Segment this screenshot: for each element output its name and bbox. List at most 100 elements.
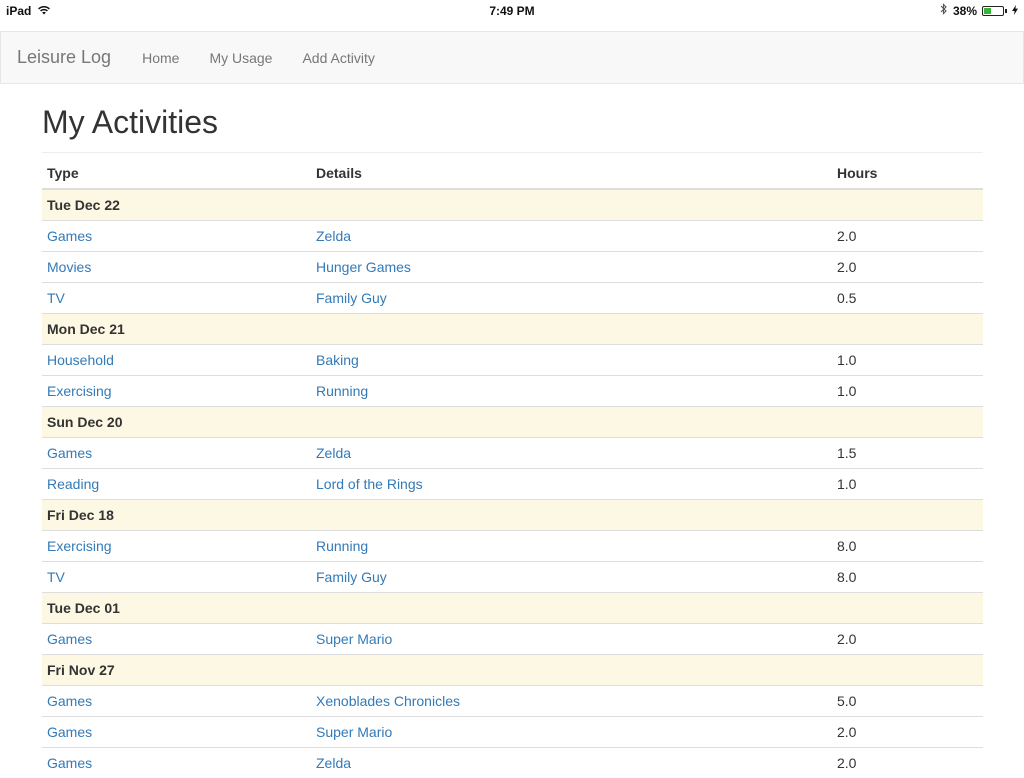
date-group-row: Fri Nov 27: [42, 654, 983, 686]
table-row: Exercising Running 8.0: [42, 530, 983, 562]
activity-details-link-cell: Xenoblades Chronicles: [311, 685, 832, 717]
table-row: TV Family Guy 0.5: [42, 282, 983, 314]
activity-hours: 1.5: [832, 437, 983, 469]
activity-type-link-cell: Exercising: [42, 375, 311, 407]
navbar: Leisure Log Home My Usage Add Activity: [0, 31, 1024, 84]
table-row: Games Zelda 2.0: [42, 220, 983, 252]
activity-details-link[interactable]: Zelda: [316, 445, 351, 461]
activity-details-link[interactable]: Super Mario: [316, 724, 392, 740]
activity-details-link[interactable]: Hunger Games: [316, 259, 411, 275]
activity-details-link-cell: Zelda: [311, 220, 832, 252]
header-details: Details: [311, 153, 832, 191]
nav-home-link[interactable]: Home: [127, 50, 194, 66]
date-group-row: Mon Dec 21: [42, 313, 983, 345]
activity-type-link-cell: Games: [42, 623, 311, 655]
activity-type-link[interactable]: Exercising: [47, 383, 112, 399]
date-group-label: Tue Dec 22: [42, 188, 983, 221]
bluetooth-icon: [940, 3, 948, 18]
activity-type-link[interactable]: TV: [47, 290, 65, 306]
activity-hours: 1.0: [832, 344, 983, 376]
activity-details-link-cell: Hunger Games: [311, 251, 832, 283]
status-time: 7:49 PM: [489, 4, 535, 18]
activity-details-link-cell: Baking: [311, 344, 832, 376]
date-group-label: Tue Dec 01: [42, 592, 983, 624]
status-right: 38%: [940, 3, 1018, 18]
nav-add-activity-link[interactable]: Add Activity: [287, 50, 389, 66]
status-bar: iPad 7:49 PM 38%: [0, 0, 1024, 22]
activity-type-link-cell: Games: [42, 716, 311, 748]
date-group-label: Fri Dec 18: [42, 499, 983, 531]
activity-hours: 5.0: [832, 685, 983, 717]
table-row: Games Super Mario 2.0: [42, 716, 983, 748]
activity-type-link[interactable]: Movies: [47, 259, 91, 275]
activity-details-link-cell: Family Guy: [311, 282, 832, 314]
date-group-label: Sun Dec 20: [42, 406, 983, 438]
date-group-row: Sun Dec 20: [42, 406, 983, 438]
activity-details-link-cell: Zelda: [311, 437, 832, 469]
table-row: Games Xenoblades Chronicles 5.0: [42, 685, 983, 717]
activity-hours: 0.5: [832, 282, 983, 314]
brand-link[interactable]: Leisure Log: [17, 47, 111, 68]
activity-details-link[interactable]: Running: [316, 538, 368, 554]
date-group-row: Tue Dec 22: [42, 188, 983, 221]
table-row: Games Zelda 2.0: [42, 747, 983, 778]
activity-details-link-cell: Family Guy: [311, 561, 832, 593]
activity-type-link-cell: Games: [42, 437, 311, 469]
activity-hours: 8.0: [832, 561, 983, 593]
table-row: TV Family Guy 8.0: [42, 561, 983, 593]
battery-percent: 38%: [952, 3, 977, 18]
activity-type-link[interactable]: Games: [47, 693, 92, 709]
activity-hours: 8.0: [832, 530, 983, 562]
date-group-label: Fri Nov 27: [42, 654, 983, 686]
activity-type-link[interactable]: TV: [47, 569, 65, 585]
activity-hours: 2.0: [832, 220, 983, 252]
activity-type-link[interactable]: Games: [47, 445, 92, 461]
table-row: Exercising Running 1.0: [42, 375, 983, 407]
battery-nub: [1005, 8, 1007, 13]
activity-details-link[interactable]: Family Guy: [316, 569, 387, 585]
activity-type-link[interactable]: Household: [47, 352, 114, 368]
page-title: My Activities: [42, 104, 219, 140]
table-row: Movies Hunger Games 2.0: [42, 251, 983, 283]
battery-icon: [982, 5, 1004, 16]
activities-table: Type Details Hours Tue Dec 22 Games Zelda 2…: [42, 153, 983, 778]
activity-type-link[interactable]: Reading: [47, 476, 99, 492]
activity-details-link-cell: Running: [311, 530, 832, 562]
activity-type-link-cell: TV: [42, 282, 311, 314]
table-row: Household Baking 1.0: [42, 344, 983, 376]
activity-details-link[interactable]: Super Mario: [316, 631, 392, 647]
activity-type-link[interactable]: Games: [47, 755, 92, 771]
activity-type-link[interactable]: Games: [47, 724, 92, 740]
activity-details-link[interactable]: Family Guy: [316, 290, 387, 306]
table-row: Reading Lord of the Rings 1.0: [42, 468, 983, 500]
activity-type-link-cell: TV: [42, 561, 311, 593]
table-row: Games Zelda 1.5: [42, 437, 983, 469]
activity-type-link-cell: Reading: [42, 468, 311, 500]
activity-details-link[interactable]: Running: [316, 383, 368, 399]
nav-my-usage-link[interactable]: My Usage: [194, 50, 287, 66]
header-hours: Hours: [832, 153, 983, 191]
activity-type-link[interactable]: Exercising: [47, 538, 112, 554]
activity-details-link-cell: Running: [311, 375, 832, 407]
date-group-row: Tue Dec 01: [42, 592, 983, 624]
activity-details-link[interactable]: Zelda: [316, 228, 351, 244]
activity-hours: 2.0: [832, 251, 983, 283]
table-body: Tue Dec 22 Games Zelda 2.0 Movies Hunger Game…: [42, 188, 983, 778]
activity-details-link[interactable]: Zelda: [316, 755, 351, 771]
table-row: Games Super Mario 2.0: [42, 623, 983, 655]
activity-details-link-cell: Zelda: [311, 747, 832, 778]
activity-details-link[interactable]: Xenoblades Chronicles: [316, 693, 460, 709]
activity-hours: 1.0: [832, 375, 983, 407]
activity-type-link-cell: Games: [42, 220, 311, 252]
activity-hours: 1.0: [832, 468, 983, 500]
activity-type-link-cell: Exercising: [42, 530, 311, 562]
date-group-label: Mon Dec 21: [42, 313, 983, 345]
battery-level-fill: [984, 7, 991, 14]
activity-details-link[interactable]: Baking: [316, 352, 359, 368]
activity-details-link[interactable]: Lord of the Rings: [316, 476, 423, 492]
activity-type-link-cell: Games: [42, 747, 311, 778]
activity-type-link[interactable]: Games: [47, 228, 92, 244]
activity-hours: 2.0: [832, 747, 983, 778]
activity-hours: 2.0: [832, 623, 983, 655]
activity-type-link[interactable]: Games: [47, 631, 92, 647]
